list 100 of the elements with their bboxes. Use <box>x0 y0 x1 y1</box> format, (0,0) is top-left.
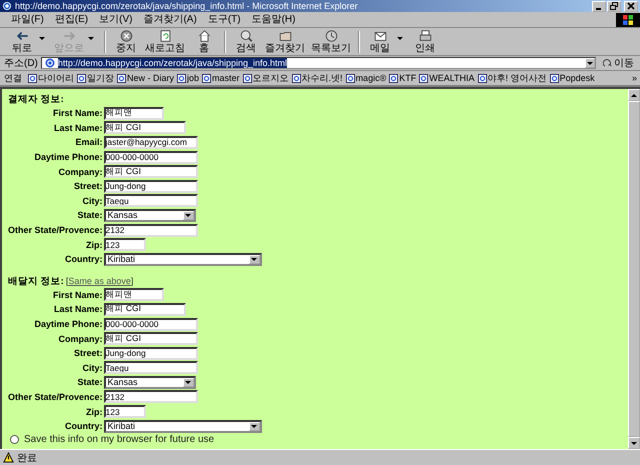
dropdown-field[interactable]: Kiribati <box>104 252 262 266</box>
menu-item[interactable]: 파일(F) <box>6 13 49 26</box>
link-button[interactable]: Popdesk <box>550 73 595 83</box>
toolbar-button[interactable]: 메일 <box>364 28 396 54</box>
page-icon <box>202 74 212 82</box>
text-field[interactable]: 해피맨 <box>104 106 164 120</box>
restore-button[interactable] <box>607 0 621 12</box>
section-heading: 배달지 정보: <box>8 274 64 288</box>
link-button[interactable]: 차수리.넷! <box>292 72 343 84</box>
text-field[interactable]: Jung-dong <box>104 346 198 360</box>
text-field[interactable]: 해피 CGI <box>104 121 186 134</box>
scroll-down-icon[interactable] <box>628 437 640 449</box>
clock-icon <box>324 29 338 43</box>
link-button[interactable]: 일기장 <box>77 72 114 84</box>
page-icon <box>389 74 398 82</box>
field-label: Zip: <box>86 406 104 417</box>
menu-item[interactable]: 도구(T) <box>202 13 246 26</box>
link-button[interactable]: job <box>177 73 200 83</box>
text-field[interactable]: 123 <box>104 405 146 418</box>
field-label: Zip: <box>86 240 104 250</box>
status-text: 완료 <box>17 452 37 464</box>
radio-button[interactable] <box>10 434 19 444</box>
dropdown-field[interactable]: Kansas <box>104 376 196 389</box>
field-label: City: <box>82 196 104 206</box>
text-field[interactable]: 해피 CGI <box>104 302 186 316</box>
toolbar-button[interactable]: 인쇄 <box>409 28 441 54</box>
menu-item[interactable]: 보기(V) <box>94 13 138 26</box>
caret-icon[interactable] <box>39 37 45 40</box>
dropdown-arrow-icon[interactable] <box>182 378 194 387</box>
field-label: Email: <box>76 137 104 148</box>
dropdown-field[interactable]: Kiribati <box>104 420 262 433</box>
toolbar-button[interactable]: 새로고침 <box>142 28 188 54</box>
globe-icon <box>2 1 12 11</box>
toolbar-button[interactable]: 검색 <box>230 28 262 54</box>
go-button[interactable]: 이동 <box>599 56 638 70</box>
text-field[interactable]: 해피 CGI <box>104 332 198 346</box>
text-field[interactable]: 해피맨 <box>104 288 164 302</box>
link-button[interactable]: 야후! 영어사전 <box>478 72 547 84</box>
search-icon <box>238 29 254 43</box>
address-field[interactable]: http://demo.happycgi.com/zerotak/java/shipping_info.html <box>40 57 596 69</box>
flag-icon <box>622 14 634 26</box>
dropdown-arrow-icon[interactable] <box>248 254 260 264</box>
folder-icon <box>278 29 292 43</box>
toolbar-button[interactable]: 중지 <box>110 28 142 54</box>
link-button[interactable]: WEALTHIA <box>419 73 475 83</box>
save-option-label: Save this info on my browser for future use <box>24 434 214 445</box>
page-icon <box>77 74 86 82</box>
field-label: Company: <box>58 334 104 344</box>
caret-icon[interactable] <box>397 37 403 40</box>
text-field[interactable]: 123 <box>104 238 146 252</box>
dropdown-arrow-icon[interactable] <box>248 422 260 431</box>
menu-item[interactable]: 도움말(H) <box>246 13 300 26</box>
text-field[interactable]: 해피 CGI <box>104 165 198 178</box>
field-label: Last Name: <box>54 122 104 133</box>
scroll-up-icon[interactable] <box>628 89 640 101</box>
link-button[interactable]: 오르지오 <box>242 72 289 84</box>
page-icon <box>242 74 252 82</box>
field-label: Daytime Phone: <box>34 152 104 162</box>
same-as-above-link[interactable]: Same as above <box>68 276 131 286</box>
left-arrow-icon <box>14 29 30 43</box>
close-button[interactable] <box>624 0 638 12</box>
minimize-button[interactable] <box>592 0 606 12</box>
link-button[interactable]: 다이어리 <box>28 72 74 84</box>
toolbar-button[interactable]: 홈 <box>188 28 220 54</box>
menu-item[interactable]: 편집(E) <box>50 13 94 26</box>
toolbar-button[interactable]: 즐겨찾기 <box>262 28 308 54</box>
envelope-icon <box>372 29 388 43</box>
page-icon <box>419 74 428 82</box>
link-button[interactable]: master <box>202 73 240 83</box>
warning-icon <box>3 452 14 463</box>
text-field[interactable]: 2132 <box>104 224 198 237</box>
menu-item[interactable]: 즐겨찾기(A) <box>138 13 202 26</box>
text-field[interactable]: Taegu <box>104 361 198 374</box>
link-button[interactable]: KTF <box>389 73 416 83</box>
globe-icon <box>44 58 55 68</box>
text-field[interactable]: Taegu <box>104 194 198 208</box>
text-field[interactable]: 000-000-0000 <box>104 318 198 331</box>
text-field[interactable]: Jung-dong <box>104 180 198 193</box>
toolbar-button[interactable]: 목록보기 <box>308 28 354 54</box>
link-button[interactable]: magic® <box>346 73 386 83</box>
close-icon <box>627 2 635 10</box>
curved-arrow-icon <box>603 58 612 68</box>
text-field[interactable]: 2132 <box>104 390 198 404</box>
page-icon <box>292 74 301 82</box>
links-label: 연결 <box>4 72 22 84</box>
field-label: Street: <box>74 181 104 192</box>
bracket-text: [ <box>66 276 68 286</box>
more-links-button[interactable]: » <box>632 73 637 83</box>
address-label: 주소(D) <box>4 57 38 70</box>
dropdown-field[interactable]: Kansas <box>104 208 196 222</box>
field-label: First Name: <box>53 290 104 300</box>
toolbar-button[interactable]: 뒤로 <box>6 28 38 54</box>
text-field[interactable]: 000-000-0000 <box>104 150 198 164</box>
link-button[interactable]: New - Diary <box>117 73 174 83</box>
field-label: Last Name: <box>54 304 104 314</box>
x-circle-icon <box>118 29 134 43</box>
field-label: Street: <box>74 348 104 358</box>
window-title: http://demo.happycgi.com/zerotak/java/shipping_info.html - Microsoft Internet Explorer <box>15 0 359 12</box>
dropdown-arrow-icon[interactable] <box>182 210 194 220</box>
text-field[interactable]: jaster@hapyycgi.com <box>104 136 198 149</box>
